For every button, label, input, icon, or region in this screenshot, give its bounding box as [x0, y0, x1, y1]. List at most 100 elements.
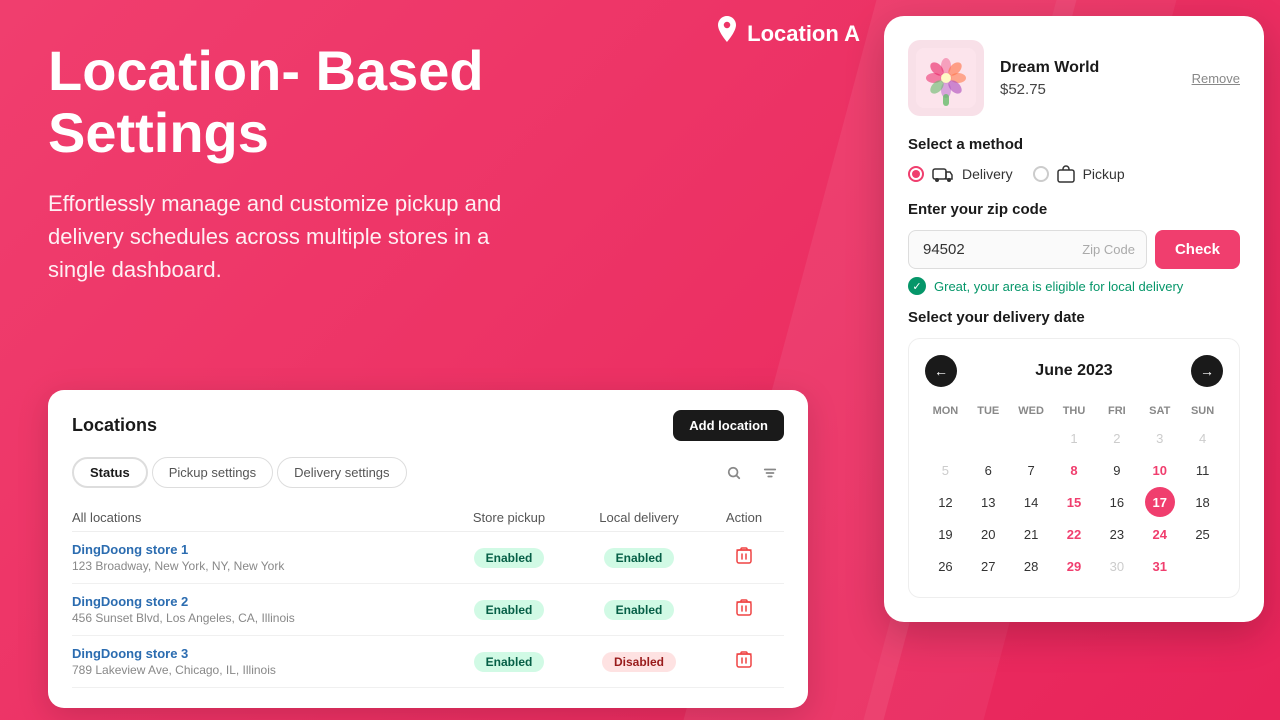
cal-day[interactable]: 4 — [1188, 423, 1218, 453]
add-location-button[interactable]: Add location — [673, 410, 784, 441]
cal-day[interactable]: 28 — [1016, 551, 1046, 581]
delete-icon-1[interactable] — [736, 546, 752, 569]
method-label: Select a method — [908, 136, 1240, 153]
zip-input[interactable] — [908, 230, 1147, 269]
remove-link[interactable]: Remove — [1192, 71, 1240, 86]
day-header-thu: THU — [1054, 401, 1095, 421]
store-pickup-badge-2: Enabled — [444, 600, 574, 620]
cal-day[interactable]: 13 — [973, 487, 1003, 517]
store-address-3: 789 Lakeview Ave, Chicago, IL, Illinois — [72, 663, 444, 677]
cal-day[interactable]: 23 — [1102, 519, 1132, 549]
table-header: All locations Store pickup Local deliver… — [72, 504, 784, 532]
calendar-prev-button[interactable]: ← — [925, 355, 957, 387]
search-icon[interactable] — [720, 459, 748, 487]
method-row: Delivery Pickup — [908, 165, 1240, 183]
pickup-radio[interactable] — [1033, 166, 1049, 182]
cal-day[interactable]: 18 — [1188, 487, 1218, 517]
cal-day[interactable]: 27 — [973, 551, 1003, 581]
local-delivery-badge-1: Enabled — [574, 548, 704, 568]
location-pin-icon — [715, 16, 739, 51]
cal-day[interactable]: 3 — [1145, 423, 1175, 453]
delivery-radio[interactable] — [908, 166, 924, 182]
day-header-tue: TUE — [968, 401, 1009, 421]
zip-section: Enter your zip code Zip Code Check ✓ Gre… — [908, 201, 1240, 295]
location-header: Location A — [715, 16, 860, 51]
locations-panel: Locations Add location Status Pickup set… — [48, 390, 808, 708]
cal-day[interactable]: 31 — [1145, 551, 1175, 581]
cal-day[interactable]: 25 — [1188, 519, 1218, 549]
cal-day[interactable]: 9 — [1102, 455, 1132, 485]
cal-day[interactable]: 29 — [1059, 551, 1089, 581]
cal-day[interactable]: 5 — [930, 455, 960, 485]
cal-day — [930, 423, 960, 453]
day-header-sun: SUN — [1182, 401, 1223, 421]
cal-day[interactable]: 26 — [930, 551, 960, 581]
method-section: Select a method Delivery Pickup — [908, 136, 1240, 183]
store-name-2[interactable]: DingDoong store 2 — [72, 594, 444, 609]
store-name-1[interactable]: DingDoong store 1 — [72, 542, 444, 557]
day-header-fri: FRI — [1096, 401, 1137, 421]
tab-delivery-settings[interactable]: Delivery settings — [277, 457, 406, 488]
tab-status[interactable]: Status — [72, 457, 148, 488]
cal-day[interactable]: 10 — [1145, 455, 1175, 485]
delete-action-1[interactable] — [704, 546, 784, 569]
check-button[interactable]: Check — [1155, 230, 1240, 269]
cal-day[interactable]: 21 — [1016, 519, 1046, 549]
cart-delivery-panel: Dream World $52.75 Remove Select a metho… — [884, 16, 1264, 622]
table-row: DingDoong store 1 123 Broadway, New York… — [72, 532, 784, 584]
pickup-option[interactable]: Pickup — [1033, 165, 1125, 183]
locations-panel-header: Locations Add location — [72, 410, 784, 441]
product-image — [908, 40, 984, 116]
cal-day[interactable]: 12 — [930, 487, 960, 517]
delete-icon-2[interactable] — [736, 598, 752, 621]
product-info: Dream World $52.75 — [1000, 59, 1176, 98]
calendar-next-button[interactable]: → — [1191, 355, 1223, 387]
store-address-1: 123 Broadway, New York, NY, New York — [72, 559, 444, 573]
zip-row: Zip Code Check — [908, 230, 1240, 269]
tabs-icons — [720, 459, 784, 487]
cal-day[interactable]: 19 — [930, 519, 960, 549]
cal-day[interactable]: 22 — [1059, 519, 1089, 549]
store-name-3[interactable]: DingDoong store 3 — [72, 646, 444, 661]
locations-panel-title: Locations — [72, 415, 157, 436]
cal-day[interactable]: 30 — [1102, 551, 1132, 581]
cal-day[interactable]: 1 — [1059, 423, 1089, 453]
tab-pickup-settings[interactable]: Pickup settings — [152, 457, 273, 488]
table-row: DingDoong store 3 789 Lakeview Ave, Chic… — [72, 636, 784, 688]
store-pickup-badge-3: Enabled — [444, 652, 574, 672]
cal-day[interactable]: 20 — [973, 519, 1003, 549]
filter-icon[interactable] — [756, 459, 784, 487]
cal-day[interactable]: 16 — [1102, 487, 1132, 517]
tabs-left: Status Pickup settings Delivery settings — [72, 457, 407, 488]
cal-day[interactable]: 24 — [1145, 519, 1175, 549]
hero-section: Location- Based Settings Effortlessly ma… — [48, 40, 568, 322]
cal-day — [973, 423, 1003, 453]
hero-title: Location- Based Settings — [48, 40, 568, 163]
product-price: $52.75 — [1000, 81, 1176, 98]
cal-day[interactable]: 8 — [1059, 455, 1089, 485]
cal-day[interactable]: 14 — [1016, 487, 1046, 517]
cal-day[interactable]: 2 — [1102, 423, 1132, 453]
store-pickup-badge-1: Enabled — [444, 548, 574, 568]
calendar-nav: ← June 2023 → — [925, 355, 1223, 387]
delivery-option[interactable]: Delivery — [908, 165, 1013, 183]
cal-day[interactable]: 7 — [1016, 455, 1046, 485]
cal-day[interactable]: 15 — [1059, 487, 1089, 517]
store-info-3: DingDoong store 3 789 Lakeview Ave, Chic… — [72, 646, 444, 677]
local-delivery-badge-2: Enabled — [574, 600, 704, 620]
cal-day[interactable]: 11 — [1188, 455, 1218, 485]
delivery-date-label: Select your delivery date — [908, 309, 1240, 326]
success-message: ✓ Great, your area is eligible for local… — [908, 277, 1240, 295]
delete-action-2[interactable] — [704, 598, 784, 621]
cal-day[interactable]: 6 — [973, 455, 1003, 485]
hero-subtitle: Effortlessly manage and customize pickup… — [48, 187, 528, 286]
delete-icon-3[interactable] — [736, 650, 752, 673]
tabs-row: Status Pickup settings Delivery settings — [72, 457, 784, 488]
store-info-2: DingDoong store 2 456 Sunset Blvd, Los A… — [72, 594, 444, 625]
delete-action-3[interactable] — [704, 650, 784, 673]
location-label: Location A — [747, 21, 860, 47]
col-local-delivery: Local delivery — [574, 510, 704, 525]
product-row: Dream World $52.75 Remove — [908, 40, 1240, 116]
product-name: Dream World — [1000, 59, 1176, 77]
cal-day-today[interactable]: 17 — [1145, 487, 1175, 517]
